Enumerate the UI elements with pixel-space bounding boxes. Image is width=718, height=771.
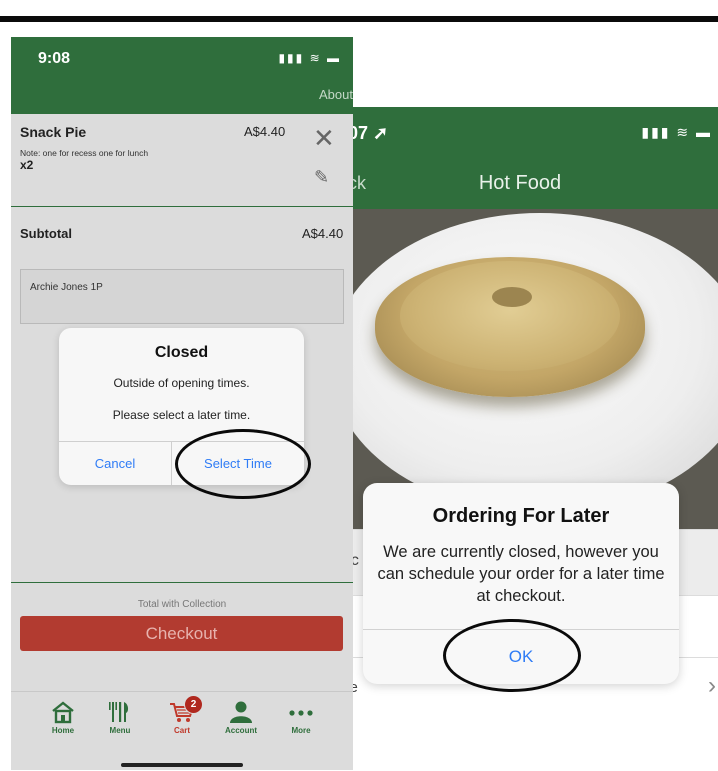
location-arrow-icon: ➚: [373, 123, 389, 143]
tab-menu[interactable]: Menu: [90, 700, 150, 735]
more-dots-icon: [289, 710, 313, 716]
tab-home[interactable]: Home: [33, 700, 93, 735]
checkout-button[interactable]: Checkout: [20, 616, 343, 651]
item-name: Snack Pie: [20, 124, 87, 140]
cancel-button[interactable]: Cancel: [59, 442, 171, 485]
subtotal-value: A$4.40: [302, 226, 344, 241]
left-status-time: 9:08: [38, 50, 71, 67]
pie-crust-top: [400, 261, 620, 371]
order-name-field[interactable]: Archie Jones 1P: [20, 269, 344, 324]
page-title: Hot Food: [478, 172, 562, 194]
left-nav-bar: About: [11, 81, 353, 114]
left-status-bar: 9:08 ▮▮▮ ≋ ▬: [11, 37, 353, 81]
tab-cart[interactable]: 2 Cart: [152, 695, 212, 735]
right-status-icons: ▮▮▮ ≋ ▬: [641, 124, 712, 140]
right-nav-bar: ck Hot Food: [340, 157, 718, 209]
home-indicator: [121, 763, 243, 767]
close-icon[interactable]: ✕: [313, 125, 335, 151]
alert-message: Please select a later time.: [112, 408, 251, 422]
highlight-ring: [175, 429, 311, 499]
item-note: Note: one for recess one for lunch: [20, 148, 149, 158]
total-label: Total with Collection: [137, 599, 227, 610]
tab-more-label: More: [291, 726, 311, 735]
right-status-bar: 07 ➚ ▮▮▮ ≋ ▬: [340, 107, 718, 157]
alert-title: Ordering For Later: [432, 505, 610, 527]
cart-item: Snack Pie A$4.40 Note: one for recess on…: [11, 114, 353, 206]
pencil-icon[interactable]: ✎: [314, 167, 329, 188]
utensils-icon: [109, 702, 129, 722]
tab-menu-label: Menu: [109, 726, 131, 735]
item-price: A$4.40: [244, 124, 286, 139]
divider: [11, 582, 353, 583]
alert-title: Closed: [154, 344, 209, 361]
about-link[interactable]: About: [319, 87, 353, 102]
home-icon: [52, 701, 74, 724]
left-status-icons: ▮▮▮ ≋ ▬: [278, 51, 341, 65]
order-name-text: Archie Jones 1P: [30, 282, 103, 293]
tab-more[interactable]: More: [271, 700, 331, 735]
tab-account-label: Account: [225, 726, 257, 735]
tab-cart-label: Cart: [173, 726, 190, 735]
alert-message: We are currently closed, however you can…: [377, 543, 665, 605]
pie-vent: [492, 287, 532, 307]
tab-bar: Home Menu 2 Cart Account More: [11, 691, 353, 770]
user-icon: [230, 701, 252, 723]
divider: [11, 206, 353, 207]
highlight-ring: [443, 619, 581, 692]
tab-home-label: Home: [51, 726, 75, 735]
right-status-time: 07 ➚: [348, 123, 389, 143]
alert-message: Outside of opening times.: [113, 376, 250, 390]
cart-badge: 2: [184, 695, 203, 714]
item-quantity: x2: [20, 158, 34, 172]
subtotal-label: Subtotal: [20, 226, 72, 241]
food-photo: [340, 209, 718, 529]
top-border-bar: [0, 16, 718, 22]
chevron-right-icon: ›: [708, 672, 716, 699]
tab-account[interactable]: Account: [211, 700, 271, 735]
